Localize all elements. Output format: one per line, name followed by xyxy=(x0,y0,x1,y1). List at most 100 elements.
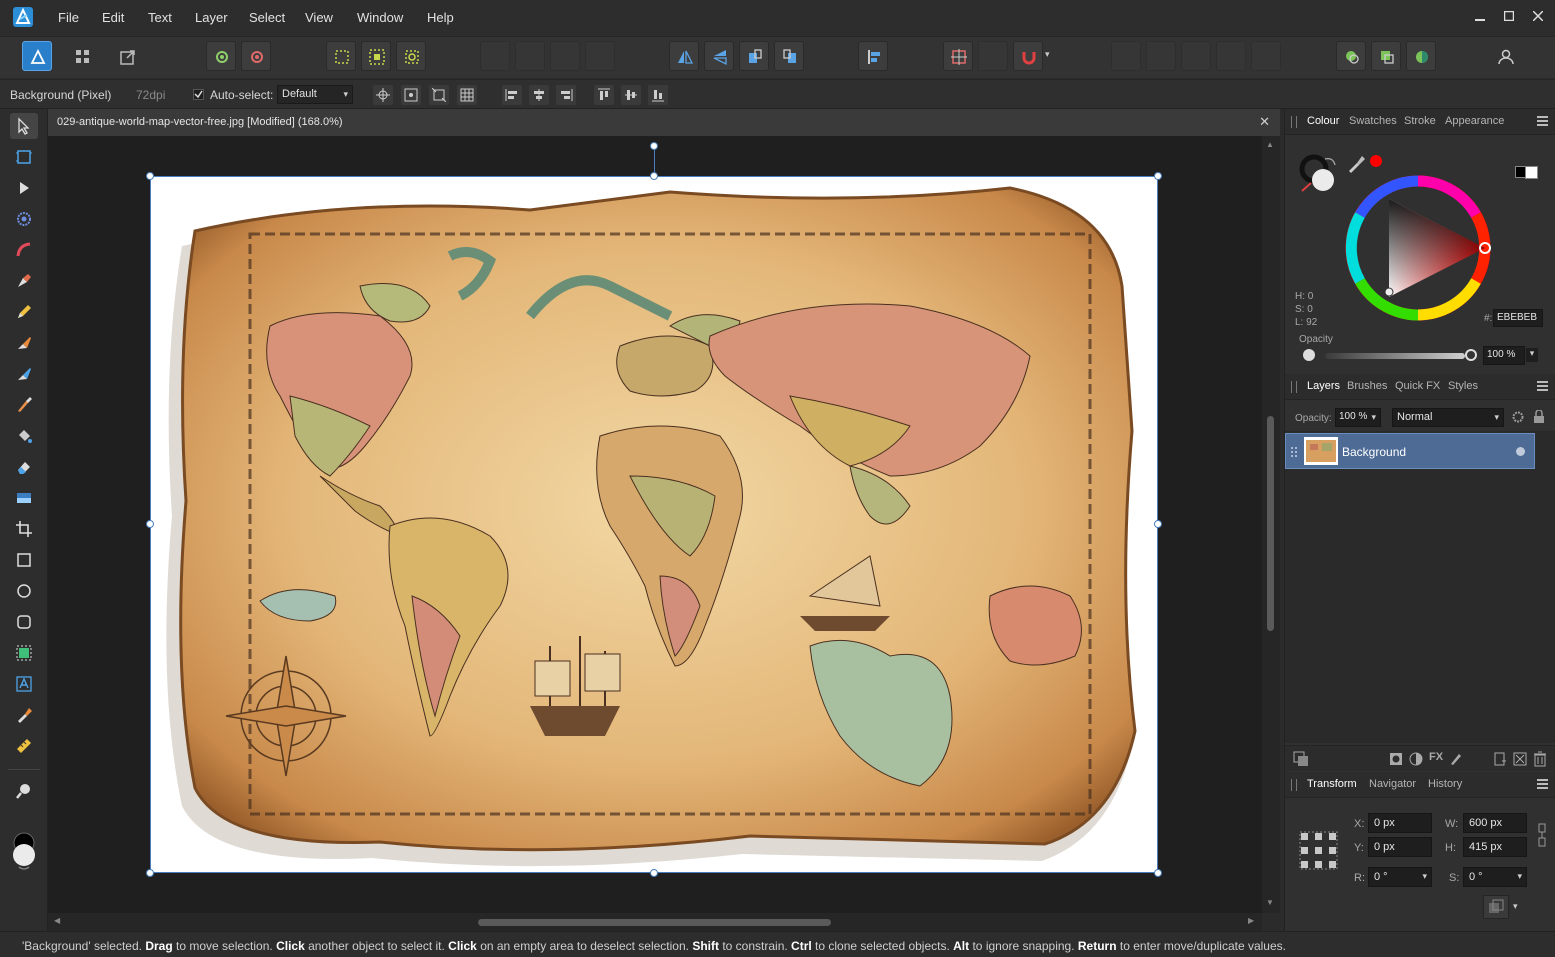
measure-tool[interactable] xyxy=(10,733,38,759)
rotation-input[interactable]: 0 ° ▾ xyxy=(1368,867,1432,887)
deselect-button[interactable] xyxy=(361,41,391,71)
arrange-button[interactable] xyxy=(1371,41,1401,71)
adjustment-layer-icon[interactable] xyxy=(1409,752,1423,766)
panel-grip-icon[interactable] xyxy=(1291,116,1297,128)
menu-select[interactable]: Select xyxy=(249,10,285,25)
resize-handle-left[interactable] xyxy=(146,520,154,528)
white-swatch[interactable] xyxy=(1525,166,1538,179)
ellipse-tool[interactable] xyxy=(10,578,38,604)
maximize-button[interactable] xyxy=(1497,6,1521,26)
disabled-tool-1[interactable] xyxy=(480,41,510,71)
menu-window[interactable]: Window xyxy=(357,10,403,25)
scale-with-object-button[interactable] xyxy=(429,85,449,105)
photo-persona-button[interactable] xyxy=(22,41,52,71)
hex-input[interactable]: EBEBEB xyxy=(1493,309,1543,327)
crop-tool[interactable] xyxy=(10,516,38,542)
tab-swatches[interactable]: Swatches xyxy=(1349,115,1397,127)
lock-icon[interactable] xyxy=(1533,410,1545,424)
invert-selection-button[interactable] xyxy=(396,41,426,71)
live-filter-fx-icon[interactable]: FX xyxy=(1429,751,1443,763)
height-input[interactable]: 415 px xyxy=(1463,837,1527,857)
disabled-tool-7[interactable] xyxy=(1146,41,1176,71)
color-picker-tool[interactable] xyxy=(10,702,38,728)
opacity-slider[interactable] xyxy=(1325,353,1465,359)
menu-text[interactable]: Text xyxy=(148,10,172,25)
layer-visibility-toggle[interactable] xyxy=(1516,447,1525,456)
x-position-input[interactable]: 0 px xyxy=(1368,813,1432,833)
horizontal-scroll-thumb[interactable] xyxy=(478,919,831,926)
opacity-input[interactable]: 100 % xyxy=(1483,346,1525,365)
resize-handle-top-left[interactable] xyxy=(146,172,154,180)
grid-snap-button[interactable] xyxy=(457,85,477,105)
panel-grip-icon[interactable] xyxy=(1291,779,1297,791)
vertical-scrollbar[interactable]: ▲ ▼ xyxy=(1262,136,1280,913)
view-tool[interactable] xyxy=(10,144,38,170)
align-middle-button[interactable] xyxy=(621,85,641,105)
resize-handle-bottom[interactable] xyxy=(650,869,658,877)
shear-input[interactable]: 0 ° ▾ xyxy=(1463,867,1527,887)
delete-layer-trash-icon[interactable] xyxy=(1533,751,1547,767)
node-tool[interactable] xyxy=(10,175,38,201)
resize-handle-top-right[interactable] xyxy=(1154,172,1162,180)
menu-view[interactable]: View xyxy=(305,10,333,25)
auto-select-checkbox[interactable] xyxy=(193,89,204,100)
move-tool[interactable] xyxy=(10,113,38,139)
group-layers-icon[interactable] xyxy=(1513,752,1527,766)
color-picker-brush-tool[interactable] xyxy=(10,392,38,418)
tab-appearance[interactable]: Appearance xyxy=(1445,115,1504,127)
color-mode-button[interactable] xyxy=(1406,41,1436,71)
retouch-brush-tool[interactable] xyxy=(10,361,38,387)
resize-handle-bottom-right[interactable] xyxy=(1154,869,1162,877)
show-selection-box-button[interactable] xyxy=(401,85,421,105)
rotate-right-button[interactable] xyxy=(774,41,804,71)
menu-help[interactable]: Help xyxy=(427,10,454,25)
settings-button[interactable] xyxy=(206,41,236,71)
menu-layer[interactable]: Layer xyxy=(195,10,228,25)
disabled-tool-2[interactable] xyxy=(515,41,545,71)
flip-horizontal-button[interactable] xyxy=(669,41,699,71)
scroll-up-icon[interactable]: ▲ xyxy=(1266,140,1274,149)
paint-brush-tool[interactable] xyxy=(10,330,38,356)
flip-vertical-button[interactable] xyxy=(704,41,734,71)
panel-menu-icon[interactable] xyxy=(1537,116,1548,126)
add-layer-icon[interactable] xyxy=(1493,752,1507,766)
tab-transform[interactable]: Transform xyxy=(1307,778,1357,790)
align-bottom-button[interactable] xyxy=(648,85,668,105)
rounded-rectangle-tool[interactable] xyxy=(10,609,38,635)
shape-tool[interactable] xyxy=(10,640,38,666)
scroll-left-icon[interactable]: ◀ xyxy=(54,916,60,925)
menu-file[interactable]: File xyxy=(58,10,79,25)
marquee-select-button[interactable] xyxy=(326,41,356,71)
rectangle-tool[interactable] xyxy=(10,547,38,573)
resize-handle-top[interactable] xyxy=(650,172,658,180)
image-canvas[interactable] xyxy=(150,176,1158,873)
disabled-tool-4[interactable] xyxy=(585,41,615,71)
snapping-magnet-button[interactable] xyxy=(1013,41,1043,71)
assistant-button[interactable] xyxy=(1336,41,1366,71)
anchor-point-selector-icon[interactable] xyxy=(1299,831,1339,871)
resize-handle-bottom-left[interactable] xyxy=(146,869,154,877)
lock-aspect-ratio-icon[interactable] xyxy=(1537,823,1547,847)
snapping-dropdown-chevron-icon[interactable]: ▾ xyxy=(1045,49,1059,63)
mask-layer-icon[interactable] xyxy=(1389,752,1403,766)
gradient-tool[interactable] xyxy=(10,485,38,511)
align-center-button[interactable] xyxy=(529,85,549,105)
opacity-slider-knob[interactable] xyxy=(1465,349,1477,361)
layer-options-icon[interactable] xyxy=(1293,751,1309,767)
colour-wheel[interactable] xyxy=(1343,173,1493,323)
menu-edit[interactable]: Edit xyxy=(102,10,124,25)
close-window-button[interactable] xyxy=(1526,6,1550,26)
rotation-handle[interactable] xyxy=(650,142,658,150)
disabled-tool-10[interactable] xyxy=(1251,41,1281,71)
align-left-button[interactable] xyxy=(502,85,522,105)
scroll-down-icon[interactable]: ▼ xyxy=(1266,898,1274,907)
document-tab[interactable]: 029-antique-world-map-vector-free.jpg [M… xyxy=(48,109,1280,136)
blend-mode-dropdown[interactable]: Normal ▾ xyxy=(1392,408,1504,427)
account-button[interactable] xyxy=(1490,41,1520,71)
disabled-tool-9[interactable] xyxy=(1216,41,1246,71)
transform-origin-button[interactable] xyxy=(373,85,393,105)
tab-quick-fx[interactable]: Quick FX xyxy=(1395,380,1440,392)
align-top-button[interactable] xyxy=(594,85,614,105)
color-swatch-widget[interactable] xyxy=(10,831,38,871)
fill-stroke-selector-icon[interactable] xyxy=(1299,153,1341,195)
